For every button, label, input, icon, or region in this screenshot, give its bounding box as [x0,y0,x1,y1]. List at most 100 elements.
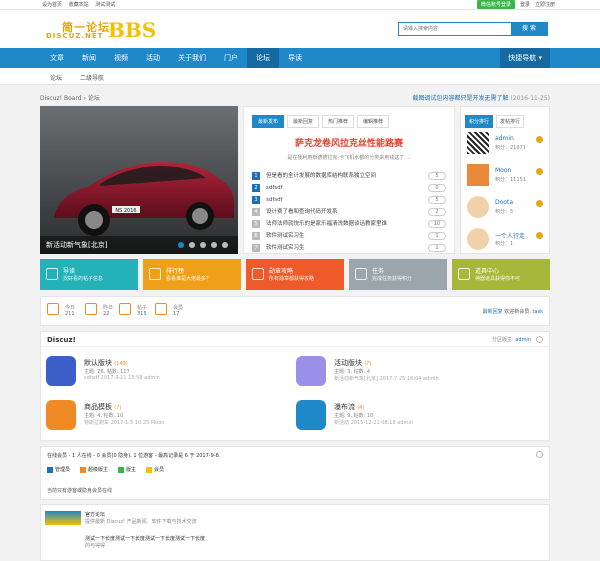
legend-mod: 版主 [118,466,136,473]
list-item[interactable]: 7 软件测试实习生 1 [252,243,446,255]
thread-title: 软件测试实习生 [266,233,305,239]
board-stats: 主题: 26, 帖数: 117 [84,369,130,375]
discuz-logo[interactable] [45,511,81,525]
user-score: 积分：5 [495,209,514,215]
avatar [467,164,489,186]
tile-medals[interactable]: 勋章攻略 所有勋章都获得攻略 [246,259,344,290]
tile-tasks[interactable]: 任务 完成任务获得积分 [349,259,447,290]
top-account: 微信账号登录 登录 立即注册 [476,0,555,9]
board-default[interactable]: 默认版块 (149) 主题: 26, 帖数: 117 sdfsdf 2017-9… [41,352,281,394]
latest-reply-link[interactable]: 最新回复 [483,309,503,315]
list-item[interactable]: 6 软件测试实习生 1 [252,231,446,243]
set-homepage-link[interactable]: 设为首页 [42,2,62,8]
thread-title: 但是看的全计发展的数据库结构联系独立空间 [266,173,377,179]
moderator-label: 分区版主: [492,337,514,343]
nav-item-video[interactable]: 视频 [105,48,137,68]
tile-desc: 所有勋章都获得攻略 [269,276,315,282]
nav-item-news[interactable]: 新闻 [73,48,105,68]
tile-props[interactable]: 道具中心 神器道具获得你不可 [452,259,550,290]
announcement[interactable]: 截图调试包内容都只是开发无需了解 (2016-11-25) [413,93,551,102]
board-waterfall[interactable]: 瀑布流 (4) 主题: 9, 帖数: 10 新活动 2015-12-21 08:… [291,396,531,438]
user-score: 积分：21971 [495,145,526,151]
breadcrumb[interactable]: Discuz! Board › 论坛 [40,93,100,102]
board-events[interactable]: 活动版块 (7) 主题: 3, 帖数: 4 新活动新气象[北京] 2017-7-… [291,352,531,394]
login-link[interactable]: 登录 [520,1,530,8]
slider-dot[interactable] [178,242,184,248]
user-icon [155,303,167,315]
subnav-item-second[interactable]: 二级导航 [80,73,104,82]
list-item[interactable]: 1 但是看的全计发展的数据库结构联系独立空间 5 [252,171,446,183]
subnav-item-forum[interactable]: 论坛 [50,73,62,82]
rank-number: 6 [252,232,260,240]
tile-title: 导读 [63,268,76,275]
category-title[interactable]: Discuz! [47,336,76,344]
search-button[interactable]: 搜 索 [511,23,547,35]
online-header: 在线会员 - 1 人在线 - 0 会员(0 隐身), 1 位游客 - 最高记录是… [47,453,221,459]
tab-points-rank[interactable]: 积分排行 [465,115,494,128]
tile-title: 任务 [372,268,385,275]
nav-item-about[interactable]: 关于我们 [169,48,215,68]
list-item[interactable]: 3 sdfsdf 5 [252,195,446,207]
link-title[interactable]: 测试一下长度测试一下长度测试一下长度测试一下长度 [85,535,205,542]
tab-editor-pick[interactable]: 编辑推荐 [357,115,390,128]
slider-dot[interactable] [200,242,206,248]
nav-item-articles[interactable]: 文章 [41,48,73,68]
search-input[interactable] [399,23,509,35]
board-last-post[interactable]: sdfsdf 2017-9-11 15:58 admin [84,375,160,381]
slider-dot[interactable] [189,242,195,248]
board-name: 瀑布流 (4) [334,403,365,411]
nav-item-guide[interactable]: 导读 [279,48,311,68]
newest-member: 最新回复 欢迎新会员: task [483,308,543,315]
tab-hot[interactable]: 热门推荐 [322,115,355,128]
list-item[interactable]: 2 sdfsdf 0 [252,183,446,195]
stat-members: 会员 17 [155,303,183,317]
image-slider[interactable]: NS 2016 新活动新气象[北京] [40,106,238,254]
rank-user[interactable]: Moon 积分：11151 [467,164,543,192]
avatar [467,132,489,154]
reply-count: 10 [428,220,446,228]
board-goods[interactable]: 商品模板 (7) 主题: 4, 帖数: 10 特斯拉跑车 2017-1-5 10… [41,396,281,438]
link-desc: 提供最新 Discuz! 产品新闻、软件下载与技术交流 [85,519,197,525]
slider-dot[interactable] [222,242,228,248]
medal-icon [536,136,543,143]
bookmark-link[interactable]: 收藏本站 [69,2,89,8]
link-title[interactable]: 官方论坛 [85,511,105,518]
tab-latest-reply[interactable]: 最新回复 [287,115,320,128]
rank-number: 1 [252,172,260,180]
list-item[interactable]: 5 法师法师就快乐的是家乐福清洗数据谈话教家里谁 10 [252,219,446,231]
reply-count: 0 [428,184,446,192]
nav-item-portal[interactable]: 门户 [215,48,247,68]
tile-guide[interactable]: 导读 找好看的帖子信息 [40,259,138,290]
board-last-post[interactable]: 新活动新气象[北京] 2017-7-25 16:04 admin [334,375,439,382]
nav-item-forum[interactable]: 论坛 [247,48,279,68]
user-name: 一个人行走 [495,233,526,240]
register-link[interactable]: 立即注册 [535,1,555,8]
rank-user[interactable]: Doota 积分：5 [467,196,543,224]
headline-title[interactable]: 萨克龙卷风拉克丝性能路赛 [244,136,454,149]
test-link[interactable]: 测试测试 [95,2,115,8]
avatar [467,228,489,250]
board-last-post[interactable]: 新活动 2015-12-21 08:18 admin [334,419,413,426]
site-logo[interactable]: 简一论坛 DISCUZ.NET BBS [44,18,164,44]
collapse-icon[interactable] [536,451,543,458]
forum-stats: 今日 211 昨日 22 帖子 315 会员 17 最新回复 欢迎新会员: task [40,296,550,326]
wechat-login-button[interactable]: 微信账号登录 [476,0,515,9]
quick-nav-button[interactable]: 快捷导航 ▾ [500,48,550,68]
coffee-icon [296,356,326,386]
slider-dot[interactable] [211,242,217,248]
tab-posts-rank[interactable]: 发帖排行 [496,115,525,128]
board-name: 活动版块 (7) [334,359,372,367]
newest-member-link[interactable]: task [532,309,543,315]
rank-number: 5 [252,220,260,228]
image-icon [46,356,76,386]
tab-latest[interactable]: 最新发布 [252,115,285,128]
moderator-link[interactable]: admin [515,337,531,343]
list-item[interactable]: 4 设计费了看和查询代码开发系 2 [252,207,446,219]
rank-user[interactable]: admin 积分：21971 [467,132,543,160]
tile-ranking[interactable]: 排行榜 看看谁是大佬最多？ [143,259,241,290]
rank-user[interactable]: 一个人行走 积分：1 [467,228,543,256]
board-last-post[interactable]: 特斯拉跑车 2017-1-5 10:25 Moon [84,419,164,426]
tile-desc: 完成任务获得积分 [372,276,413,282]
collapse-icon[interactable] [536,336,543,343]
nav-item-events[interactable]: 活动 [137,48,169,68]
